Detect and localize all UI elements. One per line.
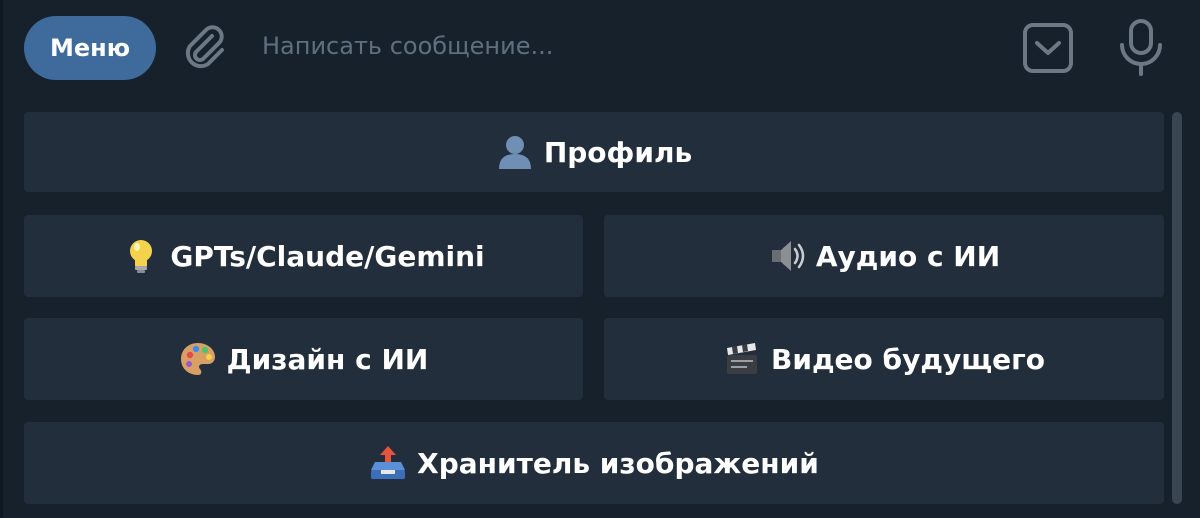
image-keeper-button[interactable]: Хранитель изображений	[24, 422, 1164, 504]
microphone-icon[interactable]	[1116, 18, 1166, 76]
chat-window: Меню Написать сообщение... Профиль GPTs/…	[0, 0, 1200, 518]
design-ai-button[interactable]: Дизайн с ИИ	[24, 318, 583, 400]
keyboard-toggle-icon[interactable]	[1022, 22, 1074, 74]
video-future-button-label: Видео будущего	[770, 342, 1046, 376]
profile-button[interactable]: Профиль	[24, 112, 1164, 192]
reply-keyboard: Профиль GPTs/Claude/Gemini Аудио с ИИ Ди…	[0, 96, 1200, 518]
message-input[interactable]	[262, 22, 1002, 70]
profile-button-label: Профиль	[543, 135, 693, 169]
image-keeper-button-label: Хранитель изображений	[417, 446, 819, 480]
light-bulb-icon	[122, 237, 160, 275]
video-future-button[interactable]: Видео будущего	[604, 318, 1164, 400]
gpts-claude-gemini-button-label: GPTs/Claude/Gemini	[170, 239, 485, 273]
message-composer: Меню	[0, 0, 1200, 96]
bust-silhouette-icon	[496, 133, 534, 171]
paperclip-icon[interactable]	[178, 22, 230, 74]
audio-ai-button-label: Аудио с ИИ	[815, 239, 1001, 273]
gpts-claude-gemini-button[interactable]: GPTs/Claude/Gemini	[24, 215, 583, 297]
keyboard-scrollbar[interactable]	[1172, 112, 1182, 504]
clapper-board-icon	[723, 340, 761, 378]
menu-button[interactable]: Меню	[24, 16, 156, 80]
design-ai-button-label: Дизайн с ИИ	[226, 342, 429, 376]
speaker-icon	[768, 237, 806, 275]
audio-ai-button[interactable]: Аудио с ИИ	[604, 215, 1164, 297]
outbox-tray-icon	[369, 444, 407, 482]
artist-palette-icon	[179, 340, 217, 378]
